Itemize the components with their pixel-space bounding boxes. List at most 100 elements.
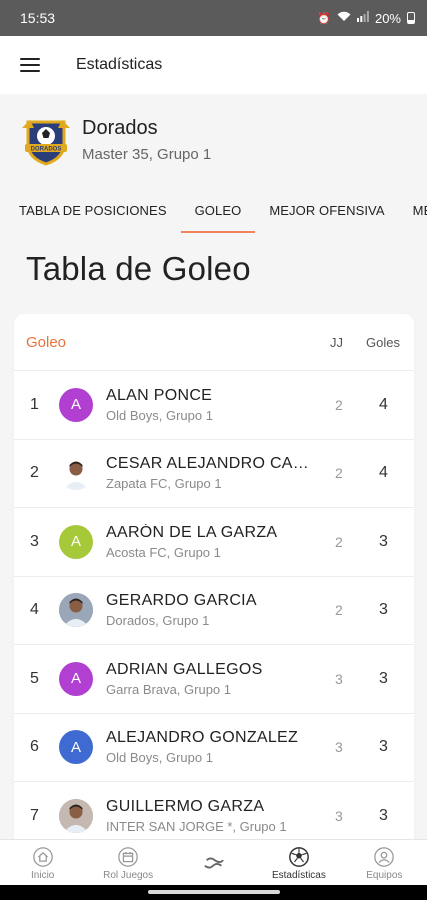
rank-number: 1 (30, 395, 39, 413)
rank-number: 7 (30, 806, 39, 824)
player-avatar: A (59, 730, 93, 765)
goals-count: 3 (379, 738, 388, 756)
player-team: INTER SAN JORGE *, Grupo 1 (106, 818, 287, 834)
stats-tabs: TABLA DE POSICIONES GOLEO MEJOR OFENSIVA… (0, 186, 427, 234)
crest-text: DORADOS (31, 147, 62, 153)
app-logo-icon (203, 857, 224, 869)
player-avatar: A (59, 661, 93, 696)
player-name: ALAN PONCE (106, 386, 213, 404)
rank-number: 4 (30, 601, 39, 619)
player-info: ADRIAN GALLEGOS Garra Brava, Grupo 1 (106, 661, 318, 697)
goals-count: 3 (379, 669, 388, 687)
tab-label: MEJ (412, 202, 427, 218)
player-team: Acosta FC, Grupo 1 (106, 544, 221, 560)
team-name: Dorados (82, 117, 158, 139)
wifi-icon (337, 11, 351, 25)
tab-label: TABLA DE POSICIONES (19, 202, 167, 218)
player-team: Dorados, Grupo 1 (106, 613, 210, 629)
player-team: Old Boys, Grupo 1 (106, 750, 213, 766)
nav-rol-juegos[interactable]: Rol Juegos (85, 840, 170, 885)
tab-goleo[interactable]: GOLEO (180, 186, 256, 234)
rank-number: 2 (30, 464, 39, 482)
status-time: 15:53 (20, 10, 56, 26)
team-subtitle: Master 35, Grupo 1 (82, 146, 212, 163)
scorer-row[interactable]: 3 A AARÓN DE LA GARZA Acosta FC, Grupo 1… (14, 508, 414, 577)
player-name: ALEJANDRO GONZALEZ (106, 729, 299, 747)
games-played: 2 (335, 533, 343, 550)
goals-count: 4 (379, 464, 388, 482)
player-team: Zapata FC, Grupo 1 (106, 476, 222, 492)
player-photo-icon (59, 798, 93, 833)
menu-icon[interactable] (20, 58, 40, 72)
games-played: 2 (335, 602, 343, 619)
tab-mejor-defensiva[interactable]: MEJ (399, 186, 427, 234)
tab-tabla-de-posiciones[interactable]: TABLA DE POSICIONES (0, 186, 181, 234)
games-played: 2 (335, 465, 343, 482)
team-crest-logo: DORADOS (22, 120, 70, 166)
app-title: Estadísticas (76, 56, 163, 73)
player-avatar: A (59, 524, 93, 559)
games-played: 3 (335, 670, 343, 687)
player-info: AARÓN DE LA GARZA Acosta FC, Grupo 1 (106, 524, 318, 560)
battery-icon (407, 12, 415, 24)
player-info: ALEJANDRO GONZALEZ Old Boys, Grupo 1 (106, 729, 318, 765)
nav-inicio[interactable]: Inicio (0, 840, 85, 885)
player-avatar: A (59, 387, 93, 422)
scorer-row[interactable]: 5 A ADRIAN GALLEGOS Garra Brava, Grupo 1… (14, 645, 414, 714)
player-team: Garra Brava, Grupo 1 (106, 681, 231, 697)
home-icon (32, 847, 53, 867)
nav-label: Rol Juegos (103, 870, 154, 881)
team-header: DORADOS Dorados Master 35, Grupo 1 (0, 94, 427, 186)
player-avatar (59, 798, 93, 833)
goals-count: 3 (379, 532, 388, 550)
signal-icon (356, 11, 369, 25)
player-avatar (59, 593, 93, 628)
player-info: CESAR ALEJANDRO CASTAÑEDA Zapata FC, Gru… (106, 455, 318, 491)
status-icons: ⏰ 20% (317, 11, 415, 26)
tab-mejor-ofensiva[interactable]: MEJOR OFENSIVA (255, 186, 398, 234)
player-name: AARÓN DE LA GARZA (106, 523, 278, 541)
card-title: Goleo (26, 333, 67, 351)
scorers-card: Goleo JJ Goles 1 A ALAN PONCE Old Boys, … (14, 314, 414, 854)
goals-count: 4 (379, 395, 388, 413)
rank-number: 5 (30, 669, 39, 687)
nav-home-logo[interactable] (171, 840, 256, 885)
team-info: Dorados Master 35, Grupo 1 (82, 117, 211, 163)
games-played: 3 (335, 807, 343, 824)
rank-number: 3 (30, 532, 39, 550)
goals-count: 3 (379, 601, 388, 619)
games-played: 3 (335, 739, 343, 756)
page-title: Tabla de Goleo (26, 250, 251, 287)
team-icon (374, 847, 395, 867)
status-bar: 15:53 ⏰ 20% (0, 0, 427, 36)
rank-number: 6 (30, 738, 39, 756)
player-info: GUILLERMO GARZA INTER SAN JORGE *, Grupo… (106, 798, 318, 834)
nav-estadisticas[interactable]: Estadísticas (256, 840, 341, 885)
nav-label: Equipos (366, 870, 403, 881)
nav-equipos[interactable]: Equipos (342, 840, 427, 885)
avatar-initial: A (70, 670, 81, 688)
player-photo-icon (59, 593, 93, 628)
player-photo-icon (59, 456, 93, 491)
player-avatar (59, 456, 93, 491)
column-header-goles: Goles (366, 334, 400, 350)
calendar-icon (118, 847, 138, 867)
avatar-initial: A (70, 738, 81, 756)
avatar-initial: A (70, 396, 81, 414)
scorer-row[interactable]: 6 A ALEJANDRO GONZALEZ Old Boys, Grupo 1… (14, 714, 414, 782)
nav-label: Inicio (31, 870, 55, 881)
player-name: GUILLERMO GARZA (106, 797, 265, 815)
alarm-icon: ⏰ (317, 12, 331, 25)
games-played: 2 (335, 396, 343, 413)
scorer-row[interactable]: 4 GERARDO GARCIA Dorados, Grupo 1 2 3 (14, 577, 414, 645)
scorers-list: 1 A ALAN PONCE Old Boys, Grupo 1 2 4 2 C… (14, 371, 414, 851)
scorer-row[interactable]: 2 CESAR ALEJANDRO CASTAÑEDA Zapata FC, G… (14, 440, 414, 508)
column-header-jj: JJ (330, 334, 343, 350)
goals-count: 3 (379, 806, 388, 824)
gesture-handle[interactable] (148, 890, 280, 894)
stats-ball-icon (289, 847, 309, 867)
app-bar: Estadísticas (0, 36, 427, 94)
tab-label: GOLEO (194, 202, 242, 218)
battery-percent: 20% (374, 10, 401, 26)
scorer-row[interactable]: 1 A ALAN PONCE Old Boys, Grupo 1 2 4 (14, 371, 414, 440)
